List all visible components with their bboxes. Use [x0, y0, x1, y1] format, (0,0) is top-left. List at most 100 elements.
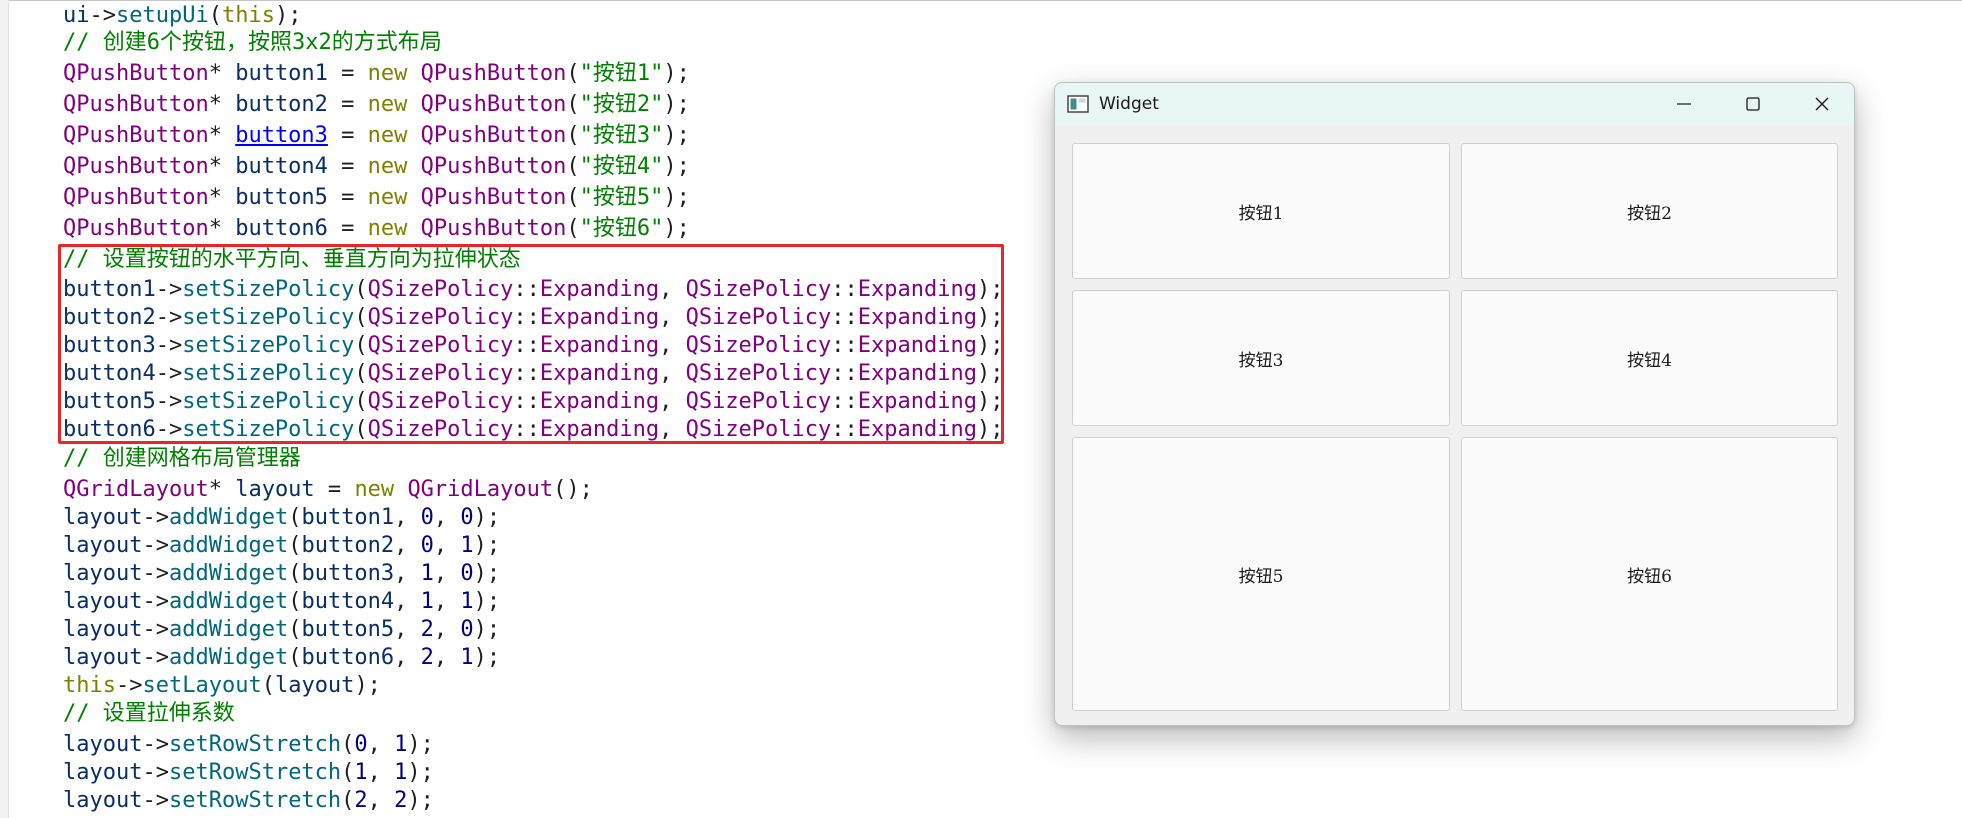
- code-token: ->: [142, 788, 169, 813]
- code-token: 1: [354, 760, 368, 785]
- code-link[interactable]: button3: [235, 123, 328, 148]
- code-line: // 设置拉伸系数: [63, 700, 235, 728]
- window-titlebar[interactable]: Widget: [1055, 83, 1854, 125]
- code-token: 1: [394, 760, 408, 785]
- widget-window[interactable]: Widget 按钮1 按钮2 按钮3 按钮4 按钮5 按钮6: [1054, 82, 1855, 726]
- code-token: layout: [63, 617, 143, 642]
- grid-button-1[interactable]: 按钮1: [1072, 143, 1450, 279]
- code-token: "按钮5": [579, 185, 664, 210]
- code-line: layout->addWidget(button6, 2, 1);: [63, 644, 500, 672]
- code-token: 0: [420, 533, 434, 558]
- code-token: ,: [394, 561, 421, 586]
- code-token: "按钮6": [579, 216, 664, 241]
- code-token: addWidget: [168, 561, 289, 586]
- code-token: );: [663, 61, 690, 86]
- code-token: button4: [301, 589, 395, 614]
- code-token: button1: [301, 505, 395, 530]
- code-token: 2: [420, 617, 434, 642]
- code-token: ,: [394, 617, 421, 642]
- code-token: );: [354, 673, 381, 698]
- code-token: );: [473, 589, 501, 614]
- code-token: new: [367, 123, 408, 148]
- code-token: layout: [63, 732, 143, 757]
- grid-button-2[interactable]: 按钮2: [1461, 143, 1838, 279]
- code-token: setLayout: [142, 673, 262, 698]
- code-token: (: [566, 61, 580, 86]
- code-token: new: [367, 185, 408, 210]
- code-token: QPushButton: [63, 154, 209, 179]
- code-token: );: [407, 732, 434, 757]
- code-token: "按钮4": [579, 154, 664, 179]
- code-token: layout: [63, 561, 143, 586]
- code-line: QPushButton* button2 = new QPushButton("…: [63, 91, 690, 119]
- code-token: ,: [394, 533, 421, 558]
- code-token: setRowStretch: [168, 760, 342, 785]
- code-token: ->: [142, 617, 169, 642]
- code-token: *: [208, 61, 236, 86]
- maximize-button[interactable]: [1718, 83, 1787, 125]
- code-token: button1: [235, 61, 328, 86]
- code-token: ->: [142, 505, 169, 530]
- code-token: );: [473, 645, 501, 670]
- code-line: this->setLayout(layout);: [63, 672, 381, 700]
- code-token: ->: [142, 589, 169, 614]
- code-token: 0: [460, 505, 474, 530]
- code-token: (: [288, 505, 302, 530]
- code-token: addWidget: [168, 617, 289, 642]
- code-line: layout->addWidget(button2, 0, 1);: [63, 532, 500, 560]
- code-token: (: [288, 589, 302, 614]
- code-token: ,: [394, 505, 421, 530]
- close-button[interactable]: [1787, 83, 1854, 125]
- code-token: ,: [394, 589, 421, 614]
- qt-widget-icon: [1067, 95, 1089, 113]
- code-token: ,: [433, 589, 461, 614]
- minimize-icon: [1676, 103, 1691, 105]
- code-token: "按钮3": [579, 123, 664, 148]
- code-token: ,: [394, 645, 421, 670]
- code-token: new: [367, 216, 408, 241]
- code-line: layout->addWidget(button5, 2, 0);: [63, 616, 500, 644]
- code-token: addWidget: [168, 589, 289, 614]
- code-token: button3: [301, 561, 395, 586]
- grid-button-5[interactable]: 按钮5: [1072, 437, 1450, 711]
- code-token: (: [288, 645, 302, 670]
- code-token: );: [663, 216, 690, 241]
- grid-button-3[interactable]: 按钮3: [1072, 290, 1450, 426]
- code-token: ->: [142, 533, 169, 558]
- code-token: =: [327, 216, 368, 241]
- code-token: 0: [420, 505, 434, 530]
- code-token: );: [407, 788, 434, 813]
- code-token: ();: [553, 477, 593, 502]
- code-token: setRowStretch: [168, 788, 342, 813]
- code-token: 1: [460, 645, 474, 670]
- code-token: 0: [354, 732, 368, 757]
- grid-button-4[interactable]: 按钮4: [1461, 290, 1838, 426]
- code-token: =: [327, 185, 368, 210]
- code-comment: // 创建6个按钮，按照3x2的方式布局: [63, 30, 442, 55]
- code-token: QGridLayout: [63, 477, 209, 502]
- minimize-button[interactable]: [1649, 83, 1718, 125]
- code-token: ->: [142, 760, 169, 785]
- code-line: QPushButton* button4 = new QPushButton("…: [63, 153, 690, 181]
- code-line: QPushButton* button6 = new QPushButton("…: [63, 215, 690, 243]
- code-line: QGridLayout* layout = new QGridLayout();: [63, 476, 593, 504]
- code-token: (: [288, 533, 302, 558]
- code-token: button2: [301, 533, 395, 558]
- close-icon: [1815, 97, 1828, 111]
- code-token: QPushButton: [63, 61, 209, 86]
- code-token: ,: [433, 617, 461, 642]
- code-line: QPushButton* button3 = new QPushButton("…: [63, 122, 690, 150]
- code-token: layout: [63, 589, 143, 614]
- code-token: );: [473, 561, 501, 586]
- code-token: );: [407, 760, 434, 785]
- code-line: // 创建网格布局管理器: [63, 445, 301, 473]
- top-border: [0, 0, 1962, 1]
- grid-button-6[interactable]: 按钮6: [1461, 437, 1838, 711]
- code-token: ,: [433, 505, 461, 530]
